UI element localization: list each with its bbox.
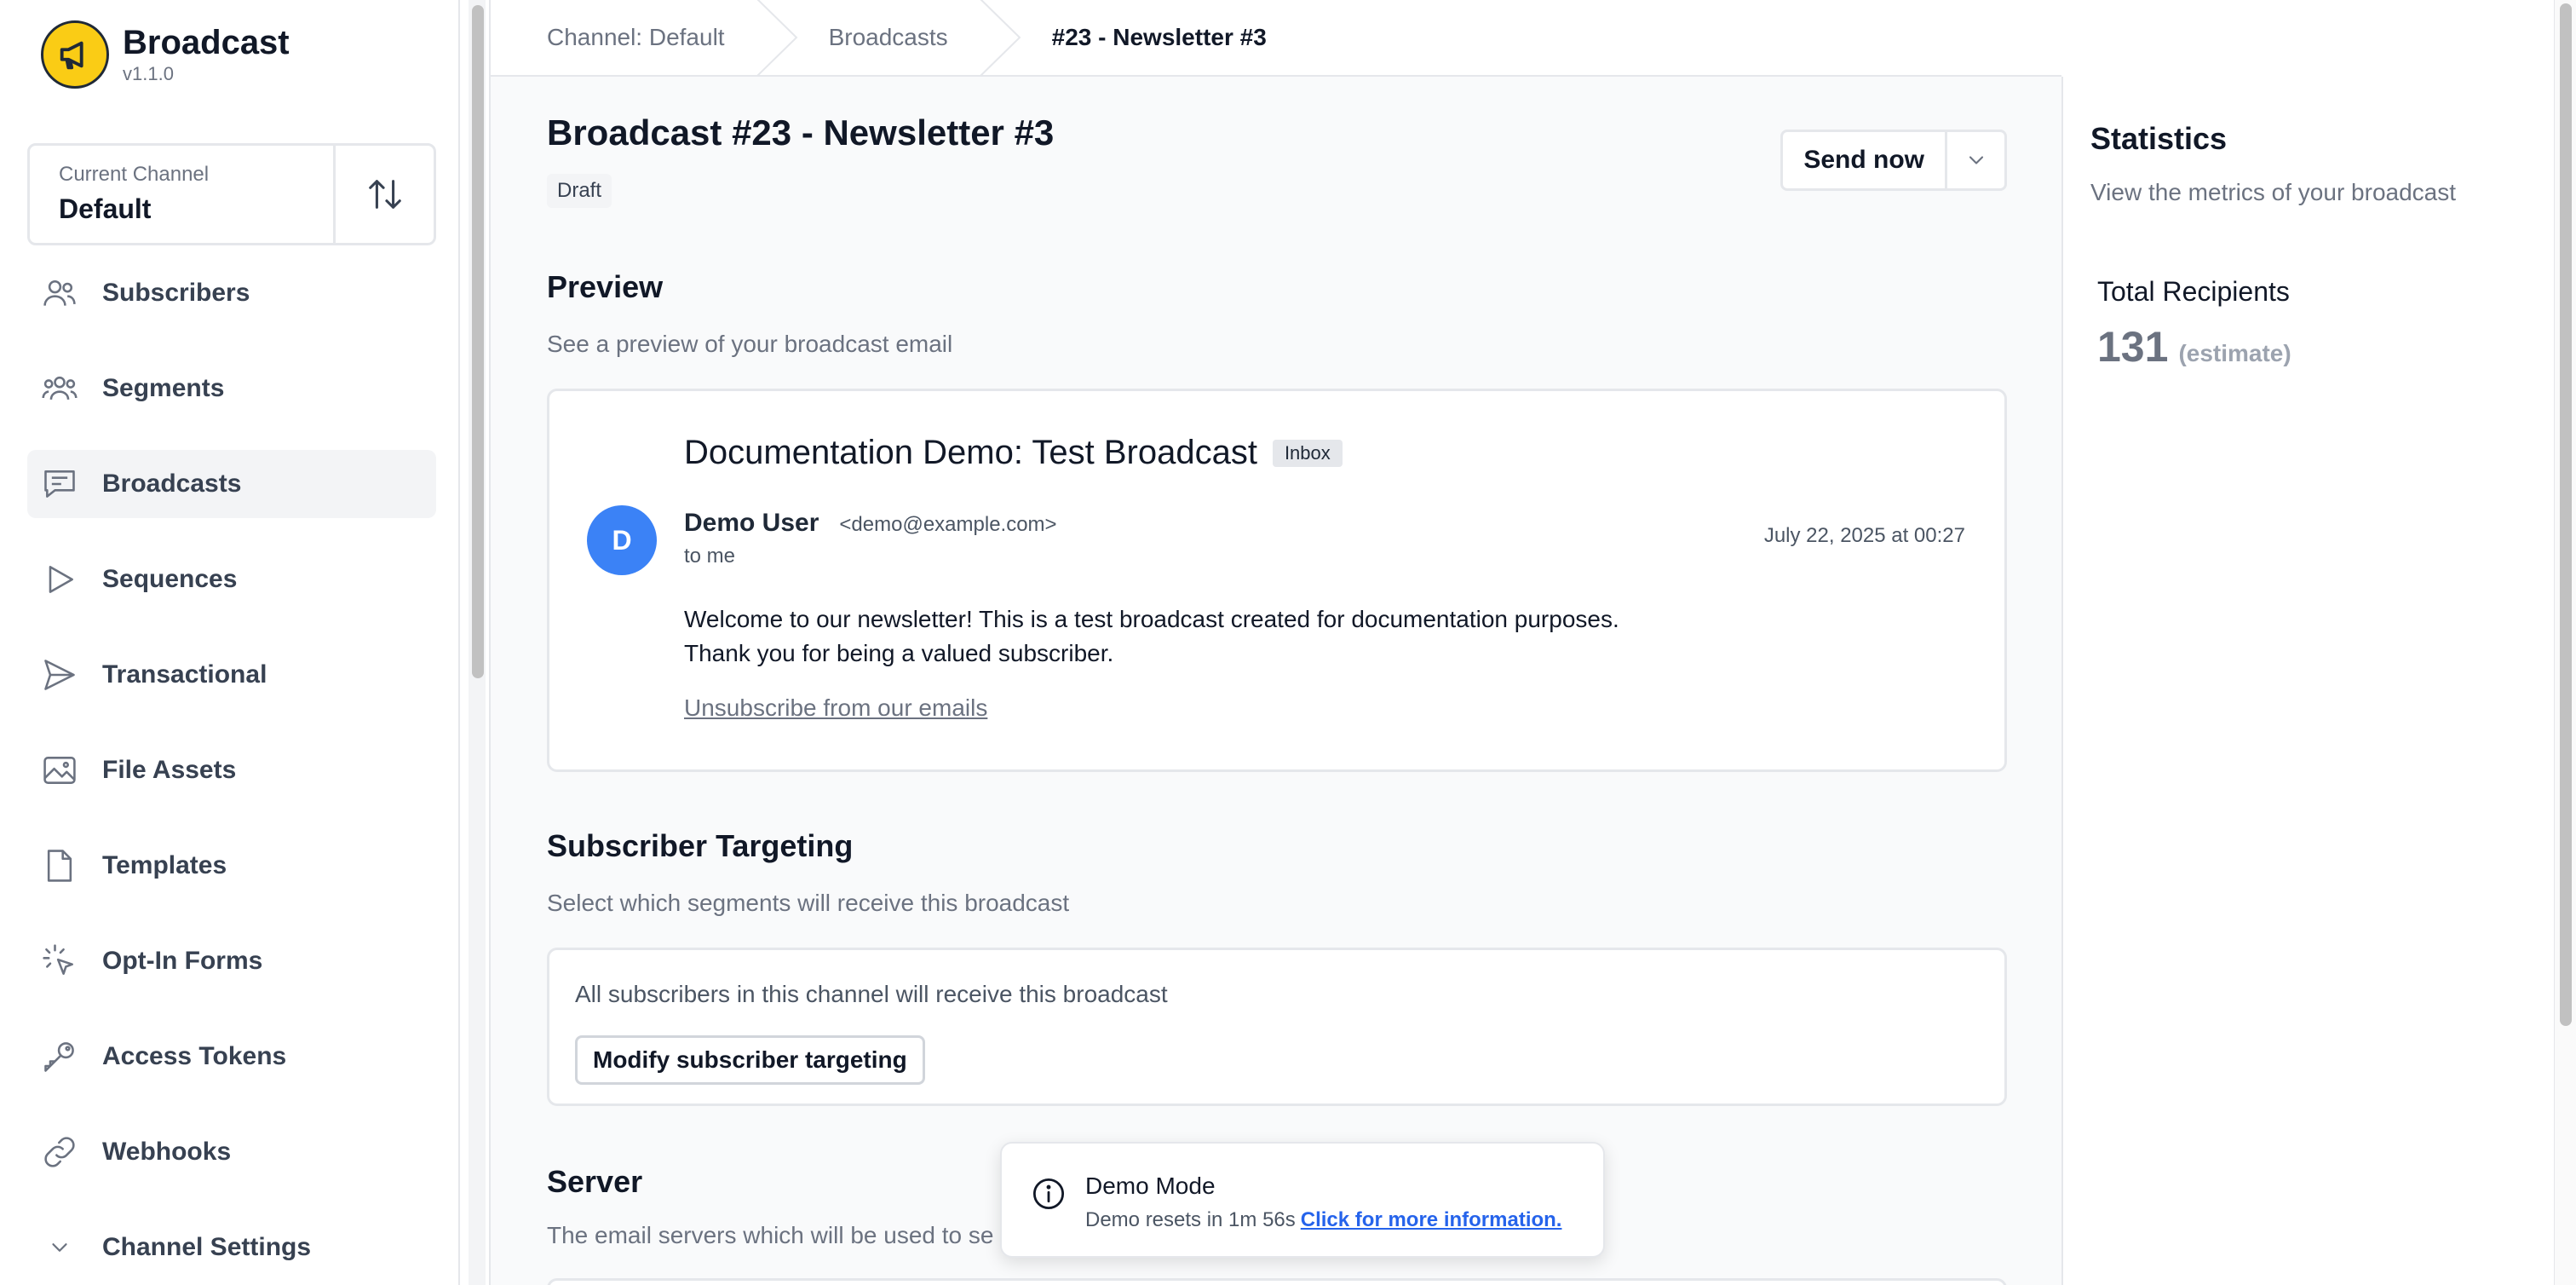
sidebar-scrollbar-thumb[interactable] xyxy=(472,5,484,678)
cursor-click-icon xyxy=(41,942,78,980)
channel-label: Current Channel xyxy=(59,163,210,186)
brand-version: v1.1.0 xyxy=(123,63,174,84)
total-recipients-value: 131 xyxy=(2097,323,2169,371)
page-title: Broadcast #23 - Newsletter #3 xyxy=(547,112,1055,153)
toast-text: Demo resets in 1m 56s Click for more info… xyxy=(1085,1208,1561,1232)
statistics-title: Statistics xyxy=(2090,121,2228,156)
channel-value: Default xyxy=(59,193,152,224)
total-recipients-note: (estimate) xyxy=(2178,340,2291,366)
email-date: July 22, 2025 at 00:27 xyxy=(1763,524,1965,547)
preview-description: See a preview of your broadcast email xyxy=(547,331,953,357)
chevron-down-icon xyxy=(1969,156,1983,164)
breadcrumb-broadcasts[interactable]: Broadcasts xyxy=(829,24,948,51)
user-group-icon xyxy=(41,370,78,407)
link-icon xyxy=(41,1133,78,1171)
sidebar-item-webhooks[interactable]: Webhooks xyxy=(27,1118,436,1186)
email-body-line: Welcome to our newsletter! This is a tes… xyxy=(684,606,1619,632)
breadcrumb-current[interactable]: #23 - Newsletter #3 xyxy=(1052,24,1267,51)
preview-title: Preview xyxy=(547,269,664,304)
modify-targeting-button[interactable]: Modify subscriber targeting xyxy=(575,1035,925,1085)
sidebar-item-label: File Assets xyxy=(102,756,237,784)
toast-countdown: Demo resets in 1m 56s xyxy=(1085,1208,1296,1231)
total-recipients-label: Total Recipients xyxy=(2097,276,2290,307)
more-info-link[interactable]: Click for more information. xyxy=(1301,1208,1562,1231)
chat-bubble-icon xyxy=(41,465,78,503)
statistics-panel: Statistics View the metrics of your broa… xyxy=(2061,77,2552,1285)
sidebar-item-label: Transactional xyxy=(102,660,267,689)
sidebar-item-label: Subscribers xyxy=(102,279,250,307)
send-now-button[interactable]: Send now xyxy=(1783,132,1945,188)
chevron-down-icon xyxy=(41,1229,78,1266)
sidebar-item-label: Segments xyxy=(102,374,225,402)
sidebar-item-label: Opt-In Forms xyxy=(102,947,263,975)
sidebar-item-label: Broadcasts xyxy=(102,470,242,498)
brand-name: Broadcast xyxy=(123,24,290,61)
users-icon xyxy=(41,274,78,312)
server-title: Server xyxy=(547,1164,643,1199)
paper-plane-icon xyxy=(41,656,78,694)
targeting-description: Select which segments will receive this … xyxy=(547,890,1070,916)
play-icon xyxy=(41,561,78,598)
breadcrumb-channel[interactable]: Channel: Default xyxy=(547,24,725,51)
switch-channel-button[interactable] xyxy=(333,146,434,243)
sidebar: Broadcast v1.1.0 Current Channel Default… xyxy=(0,0,460,1285)
page-scrollbar-thumb[interactable] xyxy=(2560,3,2572,1026)
inbox-tag: Inbox xyxy=(1272,439,1343,467)
targeting-summary: All subscribers in this channel will rec… xyxy=(575,981,1168,1007)
info-icon xyxy=(1032,1178,1065,1210)
email-body: Welcome to our newsletter! This is a tes… xyxy=(684,602,1619,671)
unsubscribe-link[interactable]: Unsubscribe from our emails xyxy=(684,694,987,722)
server-card xyxy=(547,1278,2007,1285)
sidebar-item-subscribers[interactable]: Subscribers xyxy=(27,259,436,327)
main-content: Channel: Default Broadcasts #23 - Newsle… xyxy=(489,0,2061,1285)
breadcrumb-separator xyxy=(756,0,798,76)
sidebar-item-segments[interactable]: Segments xyxy=(27,354,436,423)
sidebar-scrollbar[interactable] xyxy=(469,0,486,1285)
toast-title: Demo Mode xyxy=(1085,1173,1216,1199)
sidebar-item-label: Channel Settings xyxy=(102,1233,312,1261)
channel-selector[interactable]: Current Channel Default xyxy=(27,143,436,245)
sidebar-item-transactional[interactable]: Transactional xyxy=(27,641,436,709)
document-icon xyxy=(41,847,78,885)
total-recipients: 131 (estimate) xyxy=(2097,322,2291,372)
send-options-button[interactable] xyxy=(1945,132,2004,188)
sidebar-item-templates[interactable]: Templates xyxy=(27,832,436,900)
brand[interactable]: Broadcast v1.1.0 xyxy=(41,20,290,89)
photo-icon xyxy=(41,752,78,789)
arrows-up-down-icon xyxy=(368,180,401,209)
sidebar-item-access-tokens[interactable]: Access Tokens xyxy=(27,1023,436,1091)
page-scrollbar[interactable] xyxy=(2554,0,2576,1285)
avatar: D xyxy=(587,505,657,575)
targeting-title: Subscriber Targeting xyxy=(547,828,854,863)
email-subject-text: Documentation Demo: Test Broadcast xyxy=(684,434,1257,471)
email-body-line: Thank you for being a valued subscriber. xyxy=(684,640,1114,666)
sidebar-item-label: Access Tokens xyxy=(102,1042,287,1070)
sidebar-nav: Subscribers Segments Broadcasts Sequence… xyxy=(27,259,436,1285)
sidebar-item-sequences[interactable]: Sequences xyxy=(27,545,436,614)
sidebar-item-channel-settings[interactable]: Channel Settings xyxy=(27,1213,436,1282)
sender-email: <demo@example.com> xyxy=(839,513,1057,536)
statistics-description: View the metrics of your broadcast xyxy=(2090,179,2457,205)
sidebar-item-label: Sequences xyxy=(102,565,238,593)
email-subject: Documentation Demo: Test Broadcast Inbox xyxy=(684,434,1343,472)
sidebar-item-label: Templates xyxy=(102,851,227,879)
sidebar-item-broadcasts[interactable]: Broadcasts xyxy=(27,450,436,518)
breadcrumb-separator xyxy=(979,0,1021,76)
demo-mode-toast[interactable]: Demo Mode Demo resets in 1m 56s Click for… xyxy=(1000,1142,1605,1258)
targeting-card: All subscribers in this channel will rec… xyxy=(547,948,2007,1106)
sender-name: Demo User xyxy=(684,509,819,537)
email-preview-card: Documentation Demo: Test Broadcast Inbox… xyxy=(547,389,2007,772)
sidebar-item-opt-in-forms[interactable]: Opt-In Forms xyxy=(27,927,436,995)
status-badge: Draft xyxy=(547,174,612,208)
key-icon xyxy=(41,1038,78,1075)
server-description: The email servers which will be used to … xyxy=(547,1222,994,1248)
breadcrumb: Channel: Default Broadcasts #23 - Newsle… xyxy=(491,0,2061,77)
megaphone-icon xyxy=(41,20,109,89)
sidebar-item-file-assets[interactable]: File Assets xyxy=(27,736,436,804)
sender: Demo User <demo@example.com> xyxy=(684,509,1057,538)
sidebar-item-label: Webhooks xyxy=(102,1138,232,1166)
send-button-group: Send now xyxy=(1780,130,2007,191)
recipient-label: to me xyxy=(684,545,736,568)
